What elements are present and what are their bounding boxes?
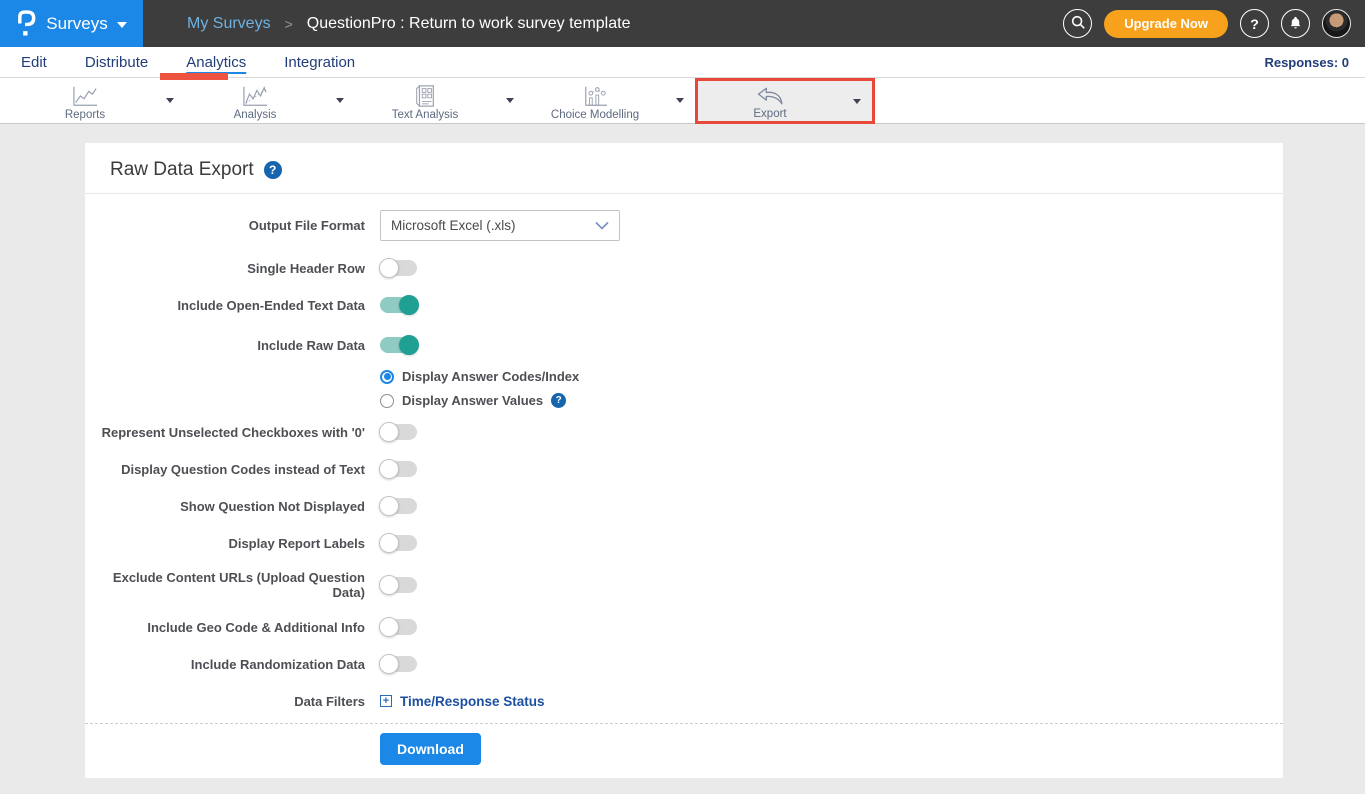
choice-modelling-dropdown-caret[interactable] [665,98,695,103]
toolbar-item-text-analysis[interactable]: Text Analysis [355,78,525,123]
raw-data-export-panel: Raw Data Export ? Output File Format Mic… [85,143,1283,778]
topbar: Surveys My Surveys > QuestionPro : Retur… [0,0,1365,47]
radio-row-answer-values: Display Answer Values ? [380,393,1283,408]
form-row-exclude-content-urls: Exclude Content URLs (Upload Question Da… [85,570,1283,600]
responses-count: Responses: 0 [1264,55,1349,70]
upgrade-now-button[interactable]: Upgrade Now [1104,10,1228,38]
search-button[interactable] [1063,9,1092,38]
form-row-unselected-checkboxes: Represent Unselected Checkboxes with '0' [85,422,1283,442]
analytics-toolbar: Reports Analysis [0,78,1365,124]
question-not-displayed-toggle[interactable] [380,498,417,514]
tab-distribute[interactable]: Distribute [79,52,154,73]
export-reply-arrow-icon [754,85,786,107]
question-codes-toggle[interactable] [380,461,417,477]
form-row-question-codes: Display Question Codes instead of Text [85,459,1283,479]
form-row-question-not-displayed: Show Question Not Displayed [85,496,1283,516]
tab-edit[interactable]: Edit [15,52,53,73]
include-open-ended-toggle[interactable] [380,297,417,313]
form-row-randomization: Include Randomization Data [85,654,1283,674]
chevron-down-icon [117,22,127,28]
toolbar-item-choice-modelling[interactable]: Choice Modelling [525,78,695,123]
unselected-checkboxes-toggle[interactable] [380,424,417,440]
analysis-dropdown-caret[interactable] [325,98,355,103]
tab-analytics[interactable]: Analytics [180,52,252,73]
questionpro-logo-icon [16,9,37,38]
select-chevron-down-icon [595,218,609,233]
answer-codes-radio[interactable] [380,370,394,384]
time-response-status-link[interactable]: + Time/Response Status [380,694,545,709]
download-button[interactable]: Download [380,733,481,765]
export-form: Output File Format Microsoft Excel (.xls… [85,194,1283,778]
product-label: Surveys [46,14,107,34]
exclude-content-urls-toggle[interactable] [380,577,417,593]
analysis-chart-icon [240,84,270,108]
form-row-report-labels: Display Report Labels [85,533,1283,553]
search-icon [1070,14,1086,33]
form-row-raw-data: Include Raw Data [85,335,1283,355]
report-labels-toggle[interactable] [380,535,417,551]
breadcrumb: My Surveys > QuestionPro : Return to wor… [187,15,630,33]
user-avatar[interactable] [1322,9,1351,38]
topbar-actions: Upgrade Now ? [1063,0,1351,47]
toolbar-item-export annotation-box-export[interactable]: Export [695,78,875,124]
form-row-geo-code: Include Geo Code & Additional Info [85,617,1283,637]
reports-line-chart-icon [70,84,100,108]
answer-values-help-icon[interactable]: ? [551,393,566,408]
geo-code-toggle[interactable] [380,619,417,635]
output-format-select[interactable]: Microsoft Excel (.xls) [380,210,620,241]
breadcrumb-my-surveys[interactable]: My Surveys [187,15,271,33]
breadcrumb-separator: > [285,16,293,32]
text-analysis-doc-icon [413,84,437,108]
raw-data-export-help-icon[interactable]: ? [264,161,282,179]
download-row: Download [85,724,1283,778]
question-mark-icon: ? [1250,16,1259,32]
randomization-data-toggle[interactable] [380,656,417,672]
answer-values-radio[interactable] [380,394,394,408]
annotation-red-underline-analytics [160,73,228,80]
text-analysis-dropdown-caret[interactable] [495,98,525,103]
form-row-open-ended: Include Open-Ended Text Data [85,295,1283,315]
section-tabs: Edit Distribute Analytics Integration Re… [0,47,1365,78]
output-format-label: Output File Format [85,218,365,233]
notifications-button[interactable] [1281,9,1310,38]
reports-dropdown-caret[interactable] [155,98,185,103]
page-title: QuestionPro : Return to work survey temp… [307,15,631,33]
panel-title: Raw Data Export [110,159,254,181]
panel-header: Raw Data Export ? [85,143,1283,194]
data-filters-label: Data Filters [85,694,365,709]
export-dropdown-caret[interactable] [842,99,872,104]
choice-modelling-scatter-icon [580,84,610,108]
bell-icon [1288,15,1303,33]
single-header-row-toggle[interactable] [380,260,417,276]
help-button[interactable]: ? [1240,9,1269,38]
toolbar-item-reports[interactable]: Reports [15,78,185,123]
tab-integration[interactable]: Integration [278,52,361,73]
expand-plus-icon: + [380,695,392,707]
toolbar-item-analysis[interactable]: Analysis [185,78,355,123]
include-raw-data-toggle[interactable] [380,337,417,353]
radio-row-answer-codes: Display Answer Codes/Index [380,369,1283,384]
form-row-data-filters: Data Filters + Time/Response Status [85,691,1283,711]
answer-display-radio-group: Display Answer Codes/Index Display Answe… [380,369,1283,408]
form-row-output-format: Output File Format Microsoft Excel (.xls… [85,210,1283,241]
output-format-value: Microsoft Excel (.xls) [391,218,516,233]
product-switcher[interactable]: Surveys [0,0,143,47]
form-row-single-header: Single Header Row [85,258,1283,278]
